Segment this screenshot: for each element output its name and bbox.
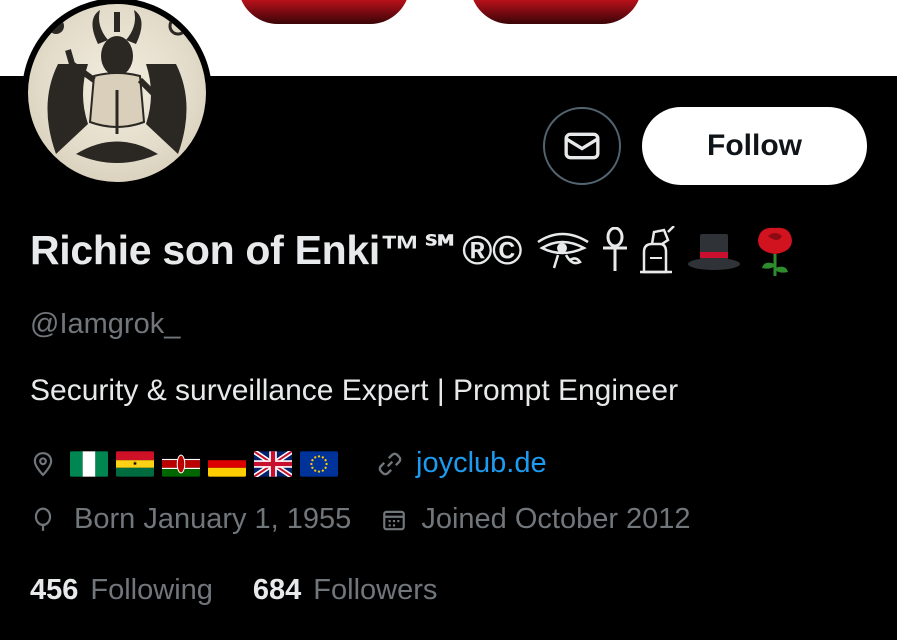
kenya-flag-icon [162,450,200,477]
following-count: 456 [30,574,79,606]
following-link[interactable]: 456 Following [30,574,213,607]
profile-bio: Security & surveillance Expert | Prompt … [30,374,679,407]
eu-flag-icon [300,450,338,477]
ankh-icon [603,227,628,271]
followers-count: 684 [252,574,302,606]
calendar-icon [383,510,406,530]
location-pin-icon [33,451,53,476]
avatar[interactable] [22,0,212,188]
ghana-flag-icon [116,450,154,477]
pharaoh-icon [640,226,675,274]
banner-shape-right [470,0,642,24]
name-emoji-group [534,222,798,278]
followers-link[interactable]: 684 Followers [253,574,437,607]
top-hat-icon [688,234,741,270]
balloon-icon [34,507,52,531]
link-icon [378,452,402,475]
birth-date: Born January 1, 1955 [74,503,352,535]
location-website-row: joyclub.de [30,447,547,480]
follow-button-label: Follow [707,129,802,162]
following-label: Following [90,574,213,606]
rose-icon [758,227,793,276]
display-name: Richie son of Enki™℠®© [30,227,523,273]
followers-label: Followers [313,574,438,606]
envelope-icon [564,132,600,160]
uk-flag-icon [254,450,292,477]
eye-of-horus-icon [537,232,589,269]
avatar-figure-icon [47,10,188,163]
birth-joined-row: Born January 1, 1955 Joined October 2012 [30,503,691,536]
follow-stats: 456 Following 684 Followers [30,574,437,607]
avatar-image [28,4,206,182]
joined-date: Joined October 2012 [421,503,691,535]
location-flags [70,450,338,477]
profile-handle: @Iamgrok_ [30,308,181,340]
germany-flag-icon [208,450,246,477]
follow-button[interactable]: Follow [642,107,867,185]
message-button[interactable] [543,107,621,185]
website-link[interactable]: joyclub.de [416,447,547,480]
nigeria-flag-icon [70,450,108,477]
display-name-row: Richie son of Enki™℠®© [30,222,798,278]
profile-page: Follow Richie son of Enki™℠®© @Iamgrok_ … [0,0,897,640]
banner-shape-left [238,0,410,24]
